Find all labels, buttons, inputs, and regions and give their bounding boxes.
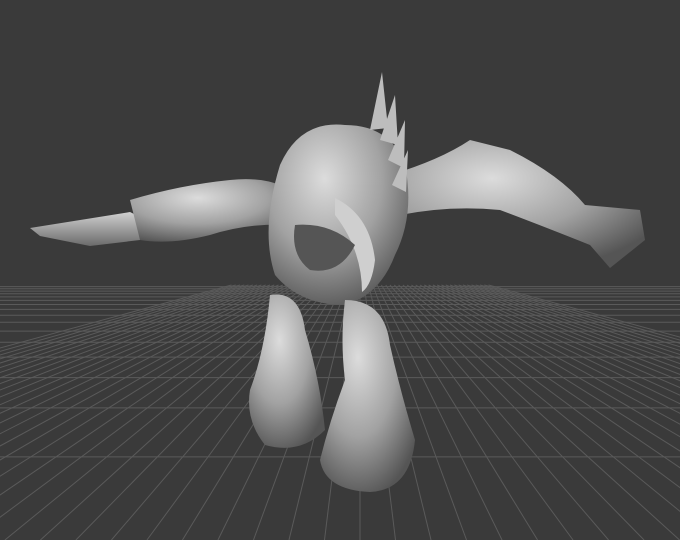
3d-viewport[interactable]: [0, 0, 680, 540]
